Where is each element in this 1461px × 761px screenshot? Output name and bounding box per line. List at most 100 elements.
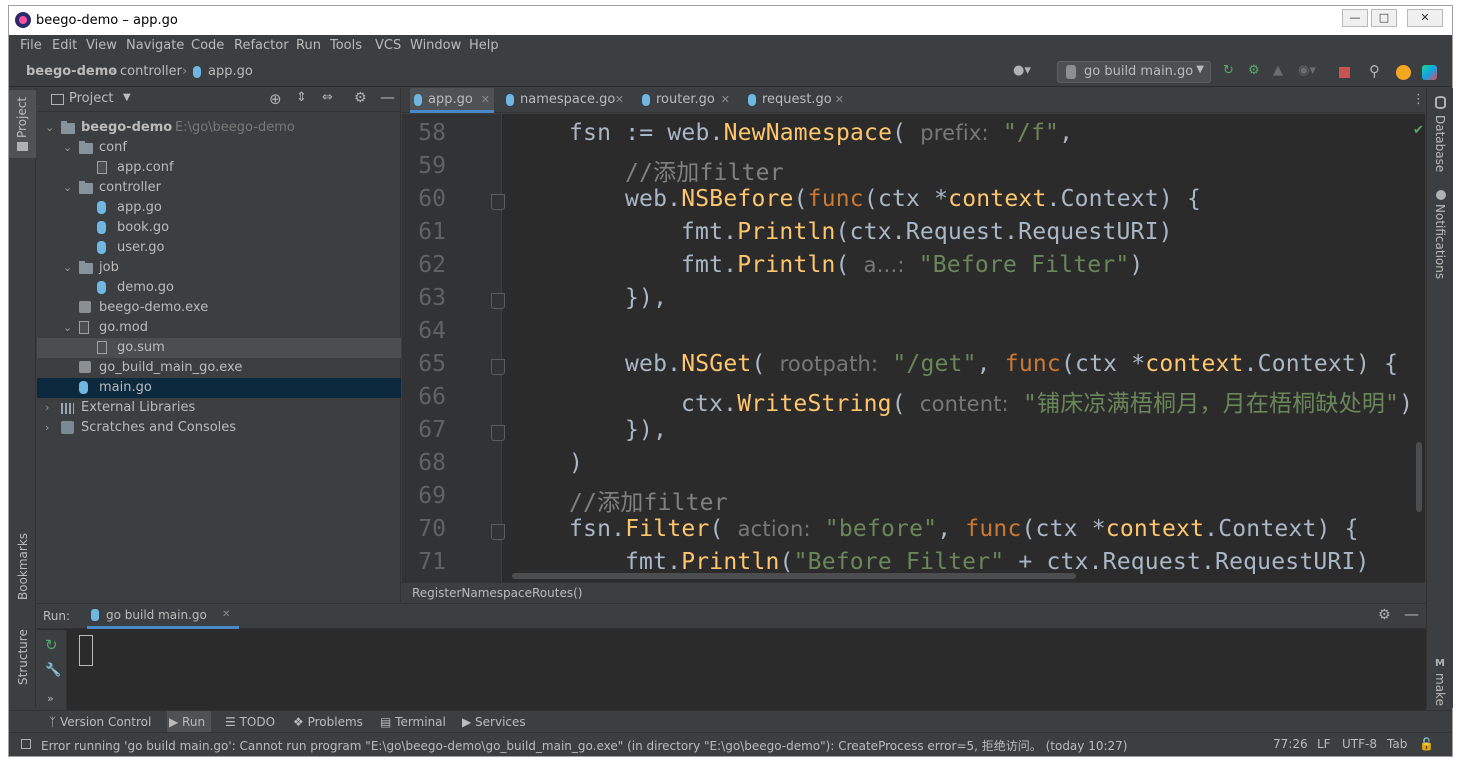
file-encoding[interactable]: UTF-8 [1342, 737, 1377, 751]
search-icon[interactable]: ⚲ [1369, 62, 1380, 80]
tree-item[interactable]: app.go [37, 198, 401, 218]
chevron-down-icon[interactable]: ⌄ [63, 258, 75, 278]
wrench-icon[interactable]: 🔧 [45, 663, 61, 678]
make-stripe-label[interactable]: make [1433, 673, 1447, 706]
gear-icon[interactable]: ⚙ [1378, 607, 1391, 623]
menu-code[interactable]: Code [191, 38, 224, 53]
tab-app-go[interactable]: app.go ✕ [410, 88, 494, 113]
structure-stripe-label[interactable]: Structure [16, 629, 30, 685]
project-panel-title[interactable]: Project [69, 91, 113, 106]
menu-file[interactable]: File [20, 38, 42, 53]
tree-item[interactable]: app.conf [37, 158, 401, 178]
tool-run[interactable]: ▶ Run [167, 711, 212, 733]
close-icon[interactable]: ✕ [481, 88, 490, 112]
status-message[interactable]: Error running 'go build main.go': Cannot… [41, 737, 1127, 754]
hide-panel-icon[interactable]: — [1404, 605, 1419, 623]
more-tabs-icon[interactable]: ⋮ [1412, 92, 1425, 107]
tree-item[interactable]: book.go [37, 218, 401, 238]
breadcrumb-folder[interactable]: controller [120, 64, 182, 79]
gear-icon[interactable]: ⚙ [354, 90, 367, 106]
menu-tools[interactable]: Tools [330, 38, 362, 53]
project-stripe-button[interactable]: Project [9, 90, 36, 158]
coverage-icon[interactable]: ▲ [1273, 63, 1283, 78]
tool-services[interactable]: ▶ Services [462, 715, 526, 729]
horizontal-scrollbar[interactable] [512, 573, 1076, 579]
run-tab[interactable]: go build main.go ✕ [87, 604, 239, 629]
tree-item[interactable]: demo.go [37, 278, 401, 298]
toggle-tool-windows-icon[interactable] [21, 739, 31, 749]
database-stripe-label[interactable]: Database [1433, 115, 1447, 172]
tree-item[interactable]: ⌄ controller [37, 178, 401, 198]
tab-request-go[interactable]: request.go ✕ [744, 88, 848, 113]
expand-all-icon[interactable]: ⇕ [296, 90, 307, 105]
fold-marker-icon[interactable] [491, 293, 505, 309]
code-breadcrumb[interactable]: RegisterNamespaceRoutes() [412, 586, 582, 600]
close-icon[interactable]: ✕ [222, 609, 230, 620]
tree-item[interactable]: beego-demo.exe [37, 298, 401, 318]
tool-version-control[interactable]: ᛉ Version Control [49, 715, 151, 729]
debug-icon[interactable]: ⚙ [1248, 63, 1260, 78]
tab-router-go[interactable]: router.go ✕ [638, 88, 734, 113]
tree-item[interactable]: ⌄ go.mod [37, 318, 401, 338]
menu-vcs[interactable]: VCS [375, 38, 401, 53]
fold-marker-icon[interactable] [491, 425, 505, 441]
chevron-right-icon[interactable]: › [45, 398, 57, 418]
tool-todo[interactable]: ☰ TODO [225, 715, 275, 729]
lock-icon[interactable]: 🔓 [1419, 737, 1434, 751]
profile-icon[interactable]: ◉▾ [1298, 63, 1316, 78]
menu-run[interactable]: Run [296, 38, 321, 53]
tree-item[interactable]: ⌄ conf [37, 138, 401, 158]
close-icon[interactable]: ✕ [835, 88, 844, 112]
fold-marker-icon[interactable] [491, 194, 505, 210]
tree-item[interactable]: user.go [37, 238, 401, 258]
code-editor[interactable]: 58 59 60 61 62 63 64 65 66 67 68 69 70 71 fsn := web.… [402, 114, 1425, 582]
chevron-down-icon[interactable]: ▼ [123, 92, 131, 103]
menu-help[interactable]: Help [469, 38, 499, 53]
fold-marker-icon[interactable] [491, 524, 505, 540]
collapse-all-icon[interactable]: ⇔ [322, 90, 333, 105]
breadcrumb-file[interactable]: app.go [208, 64, 253, 79]
tree-item[interactable]: › External Libraries [37, 398, 401, 418]
chevron-down-icon[interactable]: ⌄ [45, 118, 57, 138]
tree-item[interactable]: main.go [37, 378, 401, 398]
stop-icon[interactable] [1339, 67, 1350, 78]
rerun-icon[interactable]: ↻ [45, 636, 58, 654]
indent-setting[interactable]: Tab [1387, 737, 1407, 751]
maximize-button[interactable]: □ [1371, 9, 1397, 27]
menu-window[interactable]: Window [410, 38, 461, 53]
close-icon[interactable]: ✕ [615, 88, 624, 112]
tree-item[interactable]: go.sum [37, 338, 401, 358]
minimize-button[interactable]: — [1342, 9, 1368, 27]
update-icon[interactable] [1396, 65, 1411, 80]
notifications-stripe-label[interactable]: Notifications [1433, 204, 1447, 279]
run-configuration-select[interactable]: go build main.go ▼ [1057, 61, 1211, 83]
chevron-down-icon[interactable]: ⌄ [63, 138, 75, 158]
fold-marker-icon[interactable] [491, 359, 505, 375]
close-button[interactable]: ✕ [1407, 9, 1443, 27]
locate-file-icon[interactable]: ⊕ [269, 90, 282, 108]
tab-namespace-go[interactable]: namespace.go ✕ [502, 88, 628, 113]
tree-item[interactable]: go_build_main_go.exe [37, 358, 401, 378]
tree-item[interactable]: › Scratches and Consoles [37, 418, 401, 438]
user-icon[interactable]: ●▾ [1013, 63, 1031, 78]
more-actions-icon[interactable]: » [47, 692, 54, 705]
console-cursor[interactable] [79, 635, 93, 666]
menu-refactor[interactable]: Refactor [234, 38, 289, 53]
bookmarks-stripe-label[interactable]: Bookmarks [16, 533, 30, 600]
breadcrumb-project[interactable]: beego-demo [26, 64, 117, 79]
hide-panel-icon[interactable]: — [380, 88, 395, 106]
menu-navigate[interactable]: Navigate [126, 38, 184, 53]
tree-item[interactable]: ⌄ job [37, 258, 401, 278]
menu-edit[interactable]: Edit [52, 38, 77, 53]
tool-terminal[interactable]: ▤ Terminal [380, 715, 446, 729]
chevron-right-icon[interactable]: › [45, 418, 57, 438]
toolbox-icon[interactable] [1422, 65, 1437, 80]
caret-position[interactable]: 77:26 [1273, 737, 1308, 751]
rerun-icon[interactable]: ↻ [1223, 63, 1234, 78]
line-separator[interactable]: LF [1317, 737, 1331, 751]
vertical-scrollbar[interactable] [1416, 442, 1422, 512]
chevron-down-icon[interactable]: ⌄ [63, 178, 75, 198]
chevron-down-icon[interactable]: ⌄ [63, 318, 75, 338]
tool-problems[interactable]: ❖ Problems [293, 715, 363, 729]
close-icon[interactable]: ✕ [721, 88, 730, 112]
